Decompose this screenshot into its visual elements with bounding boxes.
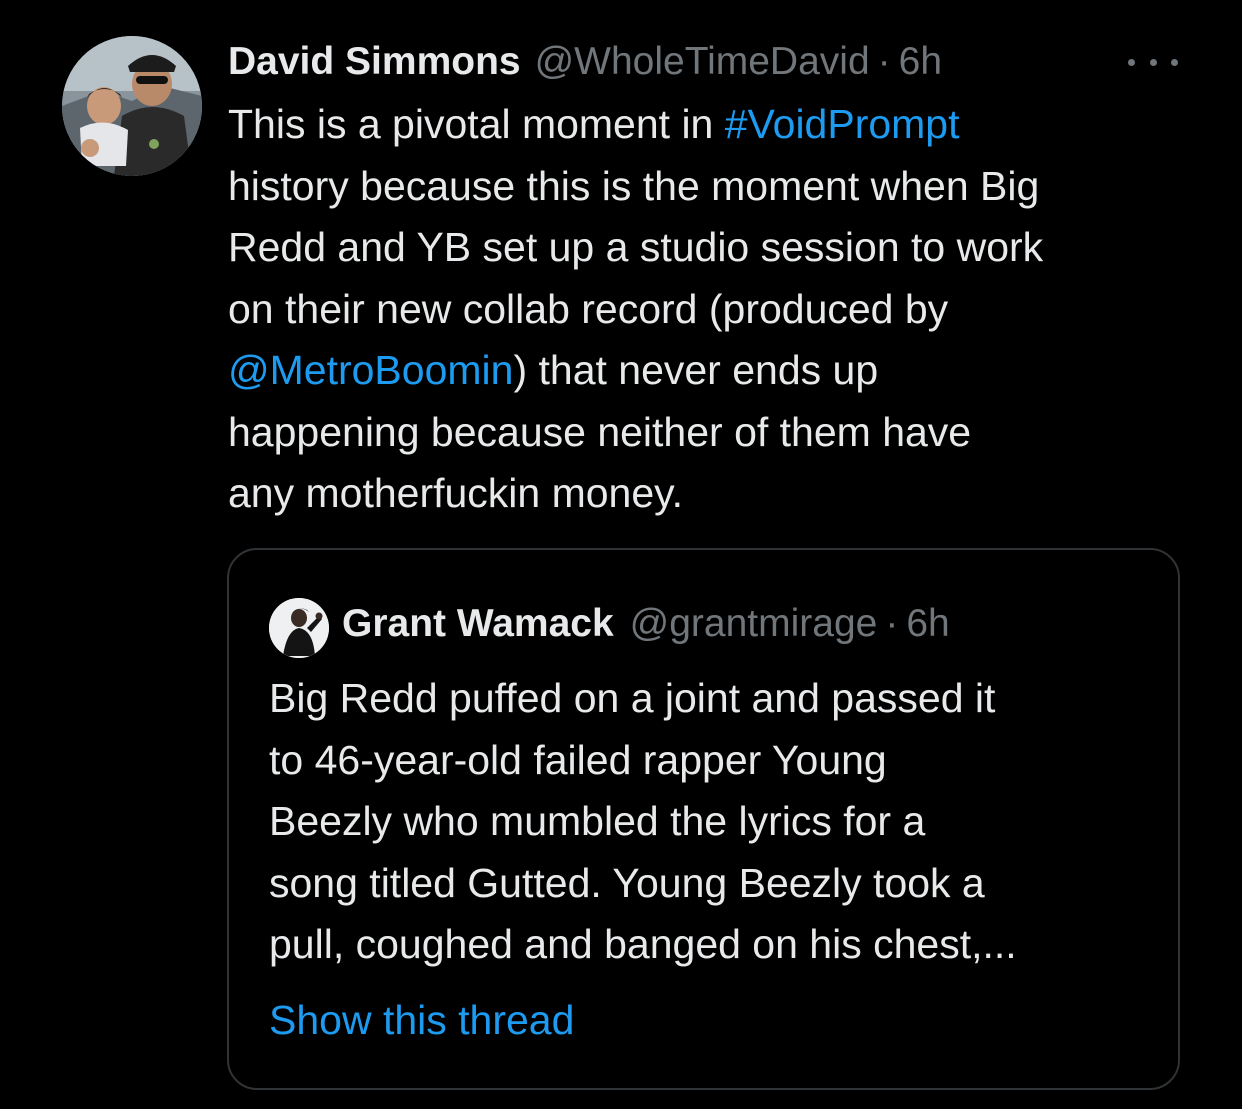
- author-display-name[interactable]: David Simmons: [228, 40, 521, 84]
- tweet-header: David Simmons @WholeTimeDavid · 6h: [228, 34, 942, 90]
- more-horizontal-icon: [1171, 58, 1178, 66]
- tweet-text-segment: ) that never ends up: [513, 347, 879, 393]
- separator-dot: ·: [885, 602, 899, 645]
- more-horizontal-icon: [1128, 58, 1135, 66]
- quoted-author-avatar[interactable]: [269, 598, 329, 658]
- tweet-body-line: @MetroBoomin) that never ends up: [228, 340, 1213, 402]
- show-thread-link[interactable]: Show this thread: [269, 990, 574, 1052]
- quoted-tweet-card[interactable]: Grant Wamack @grantmirage · 6h Big Redd …: [227, 548, 1180, 1090]
- tweet-body-line: happening because neither of them have: [228, 408, 972, 455]
- quoted-tweet-body: Big Redd puffed on a joint and passed it…: [269, 668, 1159, 976]
- tweet-body-line: This is a pivotal moment in #VoidPrompt: [228, 94, 1213, 156]
- author-handle[interactable]: @WholeTimeDavid: [535, 40, 870, 84]
- quoted-tweet-timestamp[interactable]: 6h: [906, 602, 949, 646]
- quoted-body-line: pull, coughed and banged on his chest,..…: [269, 921, 1017, 967]
- more-horizontal-icon: [1149, 58, 1157, 66]
- quoted-body-line: song titled Gutted. Young Beezly took a: [269, 859, 985, 906]
- hashtag-link[interactable]: #VoidPrompt: [725, 101, 960, 147]
- quoted-body-line: to 46-year-old failed rapper Young: [269, 736, 887, 783]
- more-options-button[interactable]: [1128, 50, 1178, 74]
- quoted-tweet-header: Grant Wamack @grantmirage · 6h: [342, 596, 950, 652]
- mention-link[interactable]: @MetroBoomin: [228, 347, 513, 393]
- tweet-body-line: history because this is the moment when …: [228, 162, 1040, 209]
- author-avatar[interactable]: [62, 36, 202, 176]
- tweet-body-line: on their new collab record (produced by: [228, 285, 949, 332]
- quoted-author-display-name[interactable]: Grant Wamack: [342, 602, 614, 646]
- quoted-author-handle[interactable]: @grantmirage: [630, 602, 878, 646]
- quoted-body-line: Big Redd puffed on a joint and passed it: [269, 675, 996, 721]
- tweet-timestamp[interactable]: 6h: [899, 40, 942, 84]
- tweet[interactable]: David Simmons @WholeTimeDavid · 6h This …: [0, 0, 1242, 1109]
- separator-dot: ·: [877, 40, 891, 83]
- tweet-body-line: any motherfuckin money.: [228, 470, 684, 516]
- tweet-body-line: Redd and YB set up a studio session to w…: [228, 224, 1044, 270]
- quoted-body-line: Beezly who mumbled the lyrics for a: [269, 798, 926, 844]
- tweet-body: This is a pivotal moment in #VoidPrompt …: [228, 94, 1213, 525]
- tweet-text-segment: This is a pivotal moment in: [228, 101, 725, 147]
